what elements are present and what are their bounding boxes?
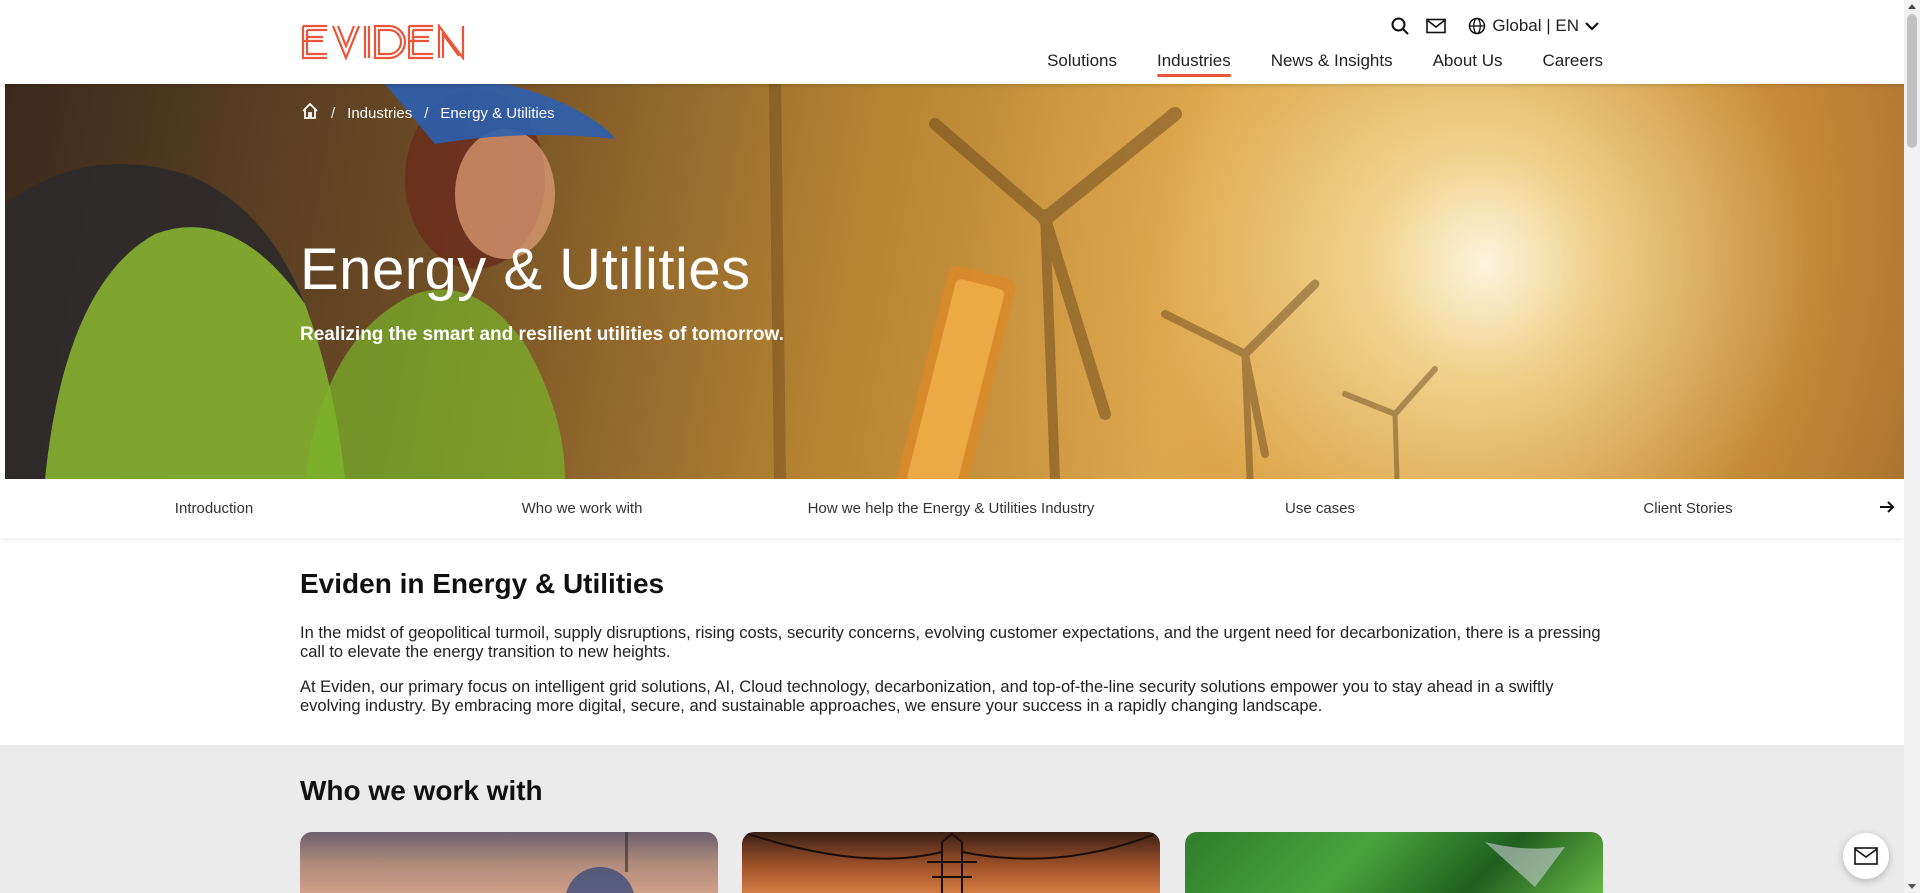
anchor-client-stories[interactable]: Client Stories (1643, 500, 1732, 517)
site-header: Global | EN Solutions Industries News & … (0, 0, 1904, 84)
hero-background-image (5, 84, 1438, 479)
anchor-who-we-work-with[interactable]: Who we work with (522, 500, 643, 517)
nav-news-insights[interactable]: News & Insights (1271, 51, 1393, 77)
section-anchor-nav: Introduction Who we work with How we hel… (0, 479, 1904, 538)
intro-section: Eviden in Energy & Utilities In the mids… (0, 538, 1904, 745)
page-subtitle: Realizing the smart and resilient utilit… (300, 324, 784, 345)
scroll-down-arrow[interactable] (1908, 884, 1916, 889)
breadcrumb-current: Energy & Utilities (440, 104, 555, 122)
language-label: Global | EN (1492, 16, 1579, 35)
card-image-green-landscape[interactable] (1185, 832, 1603, 893)
breadcrumb-industries[interactable]: Industries (347, 105, 412, 122)
anchor-use-cases[interactable]: Use cases (1285, 500, 1355, 517)
utility-bar: Global | EN (1390, 14, 1599, 38)
mail-icon (1854, 847, 1878, 865)
globe-icon (1469, 17, 1486, 35)
scroll-up-arrow[interactable] (1908, 4, 1916, 9)
nav-solutions[interactable]: Solutions (1047, 51, 1117, 77)
mail-icon[interactable] (1426, 16, 1447, 36)
contact-button[interactable] (1843, 833, 1889, 879)
who-we-work-with-section: Who we work with (0, 745, 1904, 893)
anchor-introduction[interactable]: Introduction (175, 500, 253, 517)
search-icon[interactable] (1390, 16, 1410, 36)
breadcrumb: / Industries / Energy & Utilities (301, 102, 555, 124)
arrow-right-icon[interactable] (1878, 498, 1896, 521)
breadcrumb-separator: / (331, 104, 336, 122)
card-image-oil-gas[interactable] (300, 832, 718, 893)
scrollbar-thumb[interactable] (1907, 14, 1917, 148)
nav-careers[interactable]: Careers (1543, 51, 1603, 77)
eviden-logo[interactable] (301, 24, 471, 60)
home-icon[interactable] (301, 102, 319, 124)
page-scrollbar[interactable] (1904, 0, 1920, 893)
main-nav: Solutions Industries News & Insights Abo… (1047, 51, 1603, 77)
nav-industries[interactable]: Industries (1157, 51, 1231, 77)
nav-about-us[interactable]: About Us (1433, 51, 1503, 77)
who-heading: Who we work with (300, 775, 543, 806)
card-image-power-grid[interactable] (742, 832, 1160, 893)
intro-paragraph-2: At Eviden, our primary focus on intellig… (300, 678, 1554, 715)
breadcrumb-separator: / (424, 104, 429, 122)
language-selector[interactable]: Global | EN (1468, 16, 1599, 36)
page-title: Energy & Utilities (300, 237, 751, 302)
chevron-down-icon (1585, 22, 1599, 31)
anchor-how-we-help[interactable]: How we help the Energy & Utilities Indus… (808, 500, 1095, 517)
intro-heading: Eviden in Energy & Utilities (300, 568, 665, 599)
intro-paragraph-1: In the midst of geopolitical turmoil, su… (300, 624, 1601, 661)
hero-banner: / Industries / Energy & Utilities Energy… (5, 84, 1904, 479)
